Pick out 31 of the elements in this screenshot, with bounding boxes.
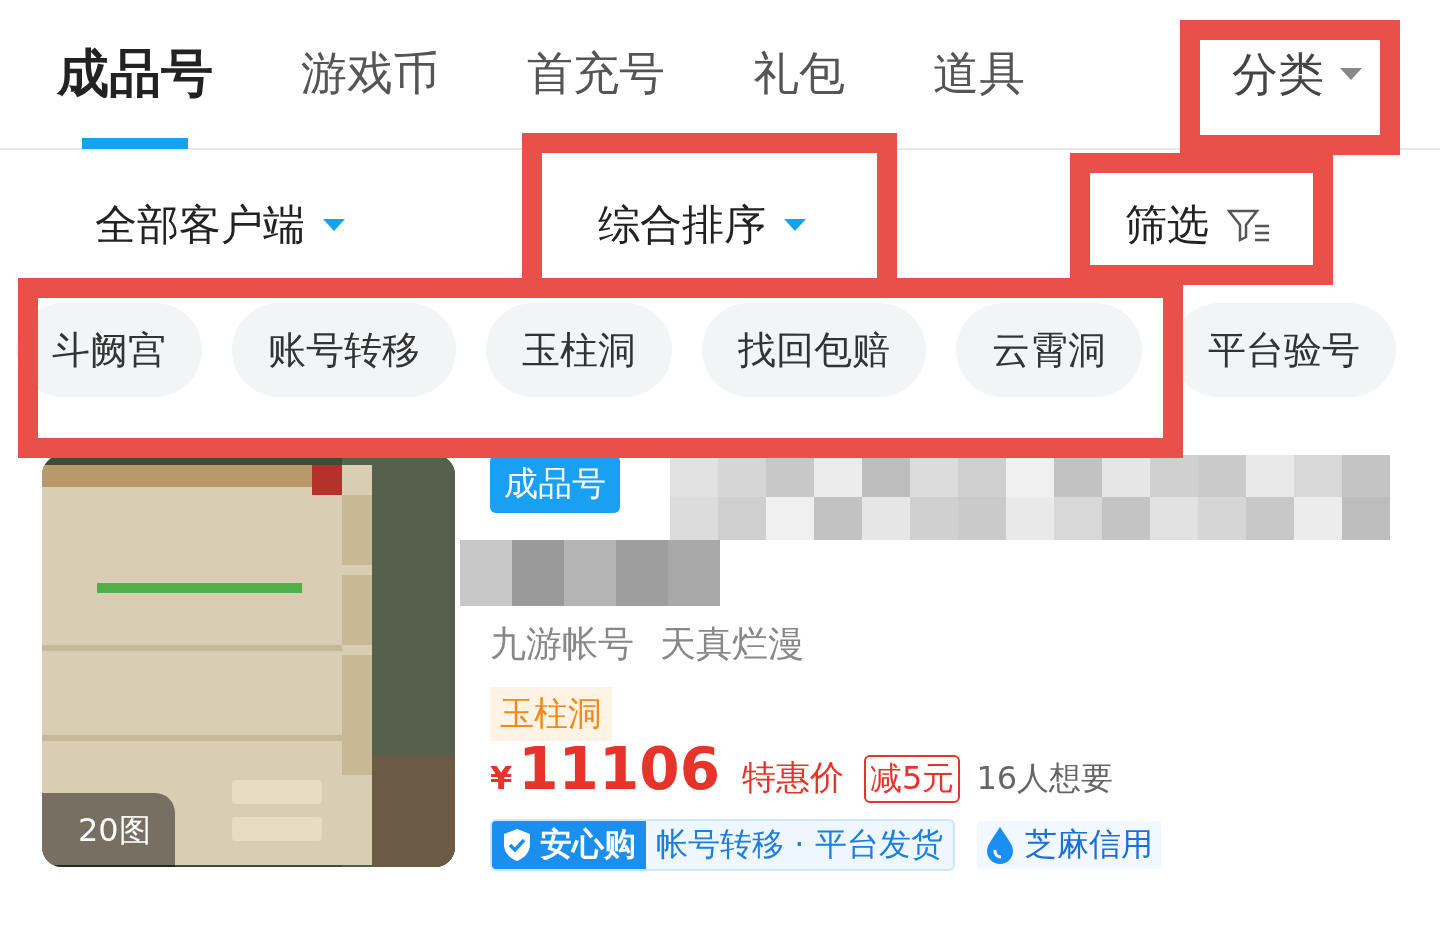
tab[interactable]: 道具 [933,0,1025,149]
sort-dropdown[interactable]: 全部客户端 [95,197,598,253]
credit-tag: 芝麻信用 [976,821,1161,869]
tag-chip[interactable]: 云霄洞 [956,303,1142,397]
sort-dropdown[interactable]: 综合排序 [598,197,1125,253]
filter-button[interactable]: 筛选 [1125,197,1425,253]
shield-icon [502,828,532,862]
tag-chip[interactable]: 找回包赔 [702,303,926,397]
photo-count: 20图 [42,793,175,867]
price-label: 特惠价 [742,756,845,799]
tag-chip[interactable]: 玉柱洞 [486,303,672,397]
listing-title: 天真烂漫 [660,622,804,666]
drop-icon [984,826,1015,864]
caret-icon [784,219,806,231]
server-tag: 玉柱洞 [490,687,612,741]
currency-sign: ¥ [490,759,513,797]
wants-count: 16人想要 [976,758,1114,799]
seller-name: 九游帐号 [490,622,634,666]
guarantee-text: 帐号转移 · 平台发货 [655,824,944,865]
tab[interactable]: 游戏币 [301,0,439,149]
tab[interactable]: 成品号 [57,0,213,149]
tag-chip[interactable]: 账号转移 [232,303,456,397]
coupon-tag: 减5元 [864,755,961,803]
category-button[interactable]: 分类 [1232,47,1362,101]
caret-icon [1340,68,1362,80]
filter-icon [1227,208,1271,242]
caret-icon [323,219,345,231]
guarantee-badge: 安心购 [492,821,646,869]
type-badge: 成品号 [490,455,620,513]
tab[interactable]: 礼包 [753,0,845,149]
tab[interactable]: 首充号 [527,0,665,149]
